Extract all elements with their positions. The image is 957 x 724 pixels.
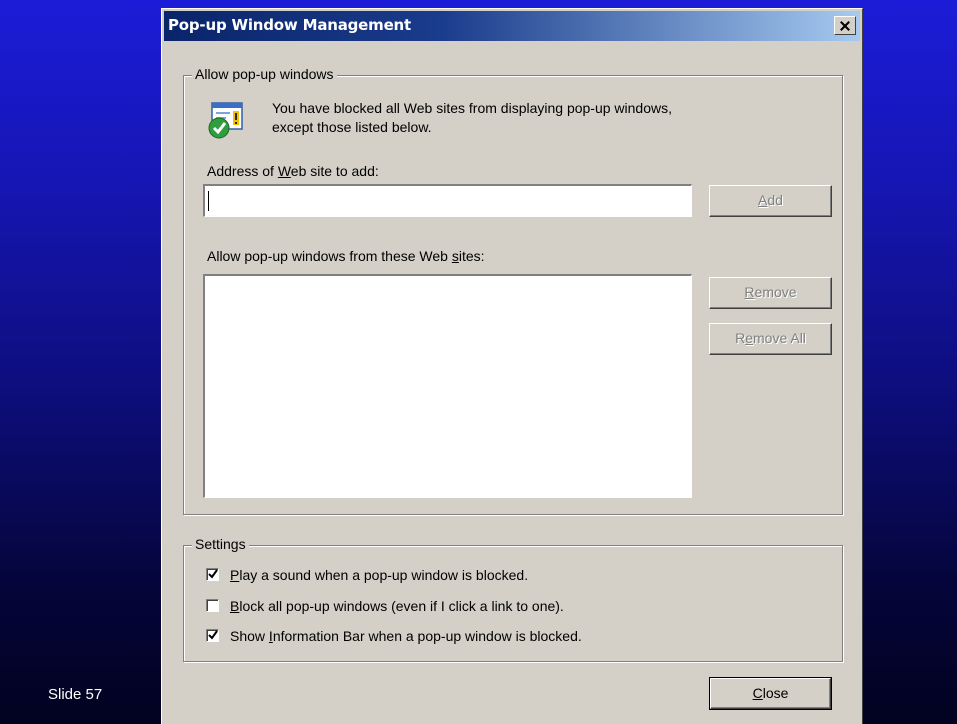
- info-bar-label-post: nformation Bar when a pop-up window is b…: [272, 628, 582, 644]
- text-caret: [208, 191, 209, 211]
- block-all-label-key: B: [230, 598, 240, 614]
- block-all-label-post: lock all pop-up windows (even if I click…: [239, 598, 564, 614]
- dialog-title: Pop-up Window Management: [168, 16, 412, 34]
- remove-all-key: e: [745, 330, 753, 346]
- play-sound-label-key: P: [230, 567, 240, 583]
- remove-all-pre: R: [735, 330, 746, 346]
- checkmark-icon: [208, 630, 218, 640]
- remove-all-button[interactable]: Remove All: [709, 323, 832, 355]
- info-line-1: You have blocked all Web sites from disp…: [272, 100, 673, 116]
- close-button[interactable]: Close: [709, 677, 832, 710]
- remove-button[interactable]: Remove: [709, 277, 832, 309]
- remove-all-post: move All: [753, 330, 806, 346]
- info-bar-label-pre: Show: [230, 628, 269, 644]
- site-list-label-key: s: [451, 248, 459, 264]
- close-button-key: C: [752, 685, 763, 701]
- add-button-key: A: [758, 192, 768, 208]
- block-all-checkbox[interactable]: [206, 599, 219, 612]
- popup-management-dialog: Pop-up Window Management Allow pop-up wi…: [161, 8, 863, 724]
- info-bar-label: Show Information Bar when a pop-up windo…: [230, 627, 582, 645]
- settings-group-title: Settings: [192, 536, 249, 552]
- address-label-post: eb site to add:: [290, 163, 379, 179]
- checkmark-icon: [208, 569, 218, 579]
- address-label-pre: Address of: [207, 163, 278, 179]
- add-button-rest: dd: [767, 192, 783, 208]
- popup-info-shield-icon: [208, 102, 243, 139]
- play-sound-checkbox[interactable]: [206, 568, 219, 581]
- site-list-label-pre: Allow pop-up windows from these Web: [207, 248, 452, 264]
- add-button[interactable]: Add: [709, 185, 832, 217]
- allow-popups-group-title: Allow pop-up windows: [192, 66, 337, 82]
- site-list-label-post: ites:: [458, 248, 485, 264]
- close-icon[interactable]: [834, 16, 856, 35]
- info-bar-checkbox[interactable]: [206, 629, 219, 642]
- info-line-2: except those listed below.: [272, 119, 432, 135]
- block-all-label: Block all pop-up windows (even if I clic…: [230, 597, 564, 615]
- dialog-titlebar[interactable]: Pop-up Window Management: [164, 11, 860, 41]
- remove-button-key: R: [744, 284, 755, 300]
- site-list-label: Allow pop-up windows from these Web site…: [207, 247, 485, 265]
- play-sound-label: Play a sound when a pop-up window is blo…: [230, 566, 528, 584]
- address-label: Address of Web site to add:: [207, 162, 379, 180]
- remove-button-rest: emove: [754, 284, 797, 300]
- address-label-key: W: [277, 163, 291, 179]
- allowed-sites-list[interactable]: [203, 274, 692, 498]
- close-button-rest: lose: [762, 685, 789, 701]
- address-input[interactable]: [203, 184, 692, 217]
- play-sound-label-post: lay a sound when a pop-up window is bloc…: [239, 567, 529, 583]
- slide-number: Slide 57: [48, 686, 103, 703]
